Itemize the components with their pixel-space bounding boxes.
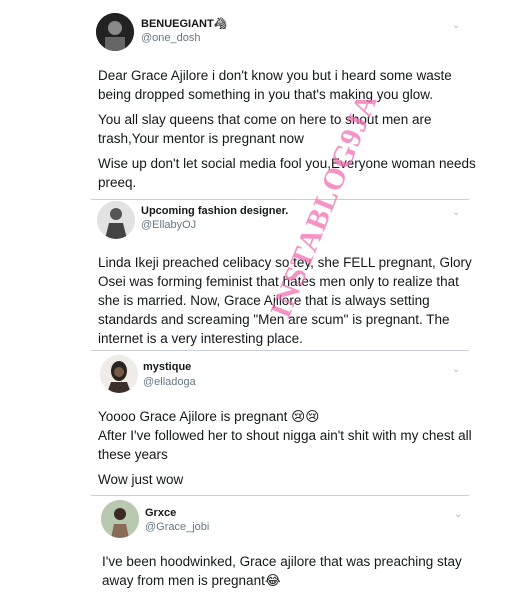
tweet-body: Linda Ikeji preached celibacy so tey, sh…: [98, 253, 478, 354]
avatar[interactable]: [100, 355, 138, 393]
tweet-body: Dear Grace Ajilore i don't know you but …: [98, 66, 478, 198]
tweet-paragraph: Wise up don't let social media fool you,…: [98, 156, 476, 190]
handle[interactable]: @Grace_jobi: [145, 521, 209, 533]
display-name[interactable]: BENUEGIANT🦓: [141, 17, 227, 30]
avatar[interactable]: [96, 13, 134, 51]
tweet-paragraph: You all slay queens that come on here to…: [98, 112, 432, 146]
avatar[interactable]: [101, 500, 139, 538]
tweet-paragraph: Dear Grace Ajilore i don't know you but …: [98, 68, 452, 102]
tweet-paragraph: Linda Ikeji preached celibacy so tey, sh…: [98, 255, 472, 346]
chevron-down-icon[interactable]: ⌄: [452, 207, 460, 218]
chevron-down-icon[interactable]: ⌄: [452, 20, 460, 31]
divider: [91, 350, 469, 351]
tweet-paragraph: Yoooo Grace Ajilore is pregnant 😢😢: [98, 409, 320, 424]
display-name[interactable]: Grxce: [145, 507, 176, 519]
tweet-paragraph: After I've followed her to shout nigga a…: [98, 428, 472, 462]
tweet-body: I've been hoodwinked, Grace ajilore that…: [102, 552, 482, 596]
tweet-paragraph: Wow just wow: [98, 472, 184, 487]
handle[interactable]: @EllabyOJ: [141, 219, 196, 231]
divider: [91, 495, 469, 496]
chevron-down-icon[interactable]: ⌄: [454, 509, 462, 520]
divider: [91, 199, 469, 200]
display-name[interactable]: Upcoming fashion designer.: [141, 205, 288, 217]
avatar[interactable]: [97, 201, 135, 239]
handle[interactable]: @elladoga: [143, 376, 196, 388]
tweet-body: Yoooo Grace Ajilore is pregnant 😢😢 After…: [98, 407, 478, 495]
display-name[interactable]: mystique: [143, 361, 191, 373]
handle[interactable]: @one_dosh: [141, 32, 201, 44]
tweet-paragraph: I've been hoodwinked, Grace ajilore that…: [102, 554, 462, 588]
chevron-down-icon[interactable]: ⌄: [452, 364, 460, 375]
